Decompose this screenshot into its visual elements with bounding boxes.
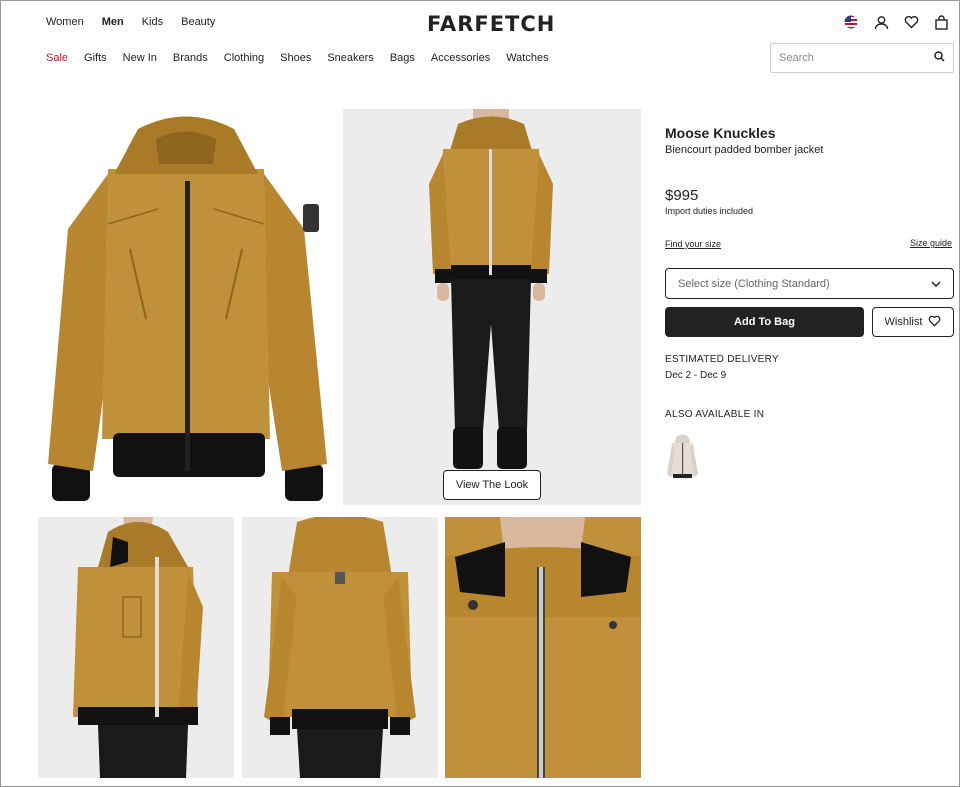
wishlist-button[interactable]: Wishlist xyxy=(872,307,954,337)
product-image-back[interactable] xyxy=(242,517,438,778)
nav-item-clothing[interactable]: Clothing xyxy=(224,52,264,64)
search-box xyxy=(770,43,954,73)
product-price: $995 xyxy=(665,187,699,204)
import-duties-note: Import duties included xyxy=(665,206,754,216)
size-select[interactable]: Select size (Clothing Standard) xyxy=(665,268,954,299)
size-select-placeholder: Select size (Clothing Standard) xyxy=(678,277,830,290)
product-image-main[interactable] xyxy=(38,109,334,505)
add-to-bag-button[interactable]: Add To Bag xyxy=(665,307,864,337)
estimated-delivery-label: ESTIMATED DELIVERY xyxy=(665,354,779,365)
alternate-color-thumbnail[interactable] xyxy=(665,434,700,482)
nav-item-accessories[interactable]: Accessories xyxy=(431,52,490,64)
product-image-detail[interactable] xyxy=(445,517,641,778)
nav-item-sale[interactable]: Sale xyxy=(46,52,68,64)
find-your-size-link[interactable]: Find your size xyxy=(665,239,721,249)
estimated-delivery-dates: Dec 2 - Dec 9 xyxy=(665,370,727,381)
site-logo[interactable]: FARFETCH xyxy=(427,12,555,36)
nav-item-watches[interactable]: Watches xyxy=(506,52,548,64)
bag-icon[interactable] xyxy=(933,14,949,30)
nav-item-sneakers[interactable]: Sneakers xyxy=(327,52,373,64)
chevron-down-icon xyxy=(931,278,941,290)
heart-icon[interactable] xyxy=(903,14,919,30)
nav-item-bags[interactable]: Bags xyxy=(390,52,415,64)
nav-item-shoes[interactable]: Shoes xyxy=(280,52,311,64)
search-input[interactable] xyxy=(779,52,934,64)
size-guide-link[interactable]: Size guide xyxy=(910,238,952,248)
gender-tab-men[interactable]: Men xyxy=(102,15,124,29)
heart-icon xyxy=(928,315,941,330)
product-image-side[interactable] xyxy=(38,517,234,778)
nav-item-gifts[interactable]: Gifts xyxy=(84,52,107,64)
product-image-model-front[interactable] xyxy=(343,109,641,505)
gender-tab-beauty[interactable]: Beauty xyxy=(181,15,215,29)
search-icon[interactable] xyxy=(934,49,945,67)
product-brand[interactable]: Moose Knuckles xyxy=(665,125,775,141)
account-icon[interactable] xyxy=(873,14,889,30)
gender-nav: Women Men Kids Beauty xyxy=(46,15,215,29)
nav-item-brands[interactable]: Brands xyxy=(173,52,208,64)
gender-tab-kids[interactable]: Kids xyxy=(142,15,163,29)
us-flag-icon[interactable] xyxy=(843,14,859,30)
view-the-look-button[interactable]: View The Look xyxy=(443,470,541,500)
wishlist-label: Wishlist xyxy=(884,316,923,328)
category-nav: Sale Gifts New In Brands Clothing Shoes … xyxy=(46,52,549,64)
also-available-label: ALSO AVAILABLE IN xyxy=(665,409,765,420)
gender-tab-women[interactable]: Women xyxy=(46,15,84,29)
nav-item-new-in[interactable]: New In xyxy=(123,52,157,64)
utility-icons xyxy=(843,14,949,30)
product-description: Biencourt padded bomber jacket xyxy=(665,144,824,156)
